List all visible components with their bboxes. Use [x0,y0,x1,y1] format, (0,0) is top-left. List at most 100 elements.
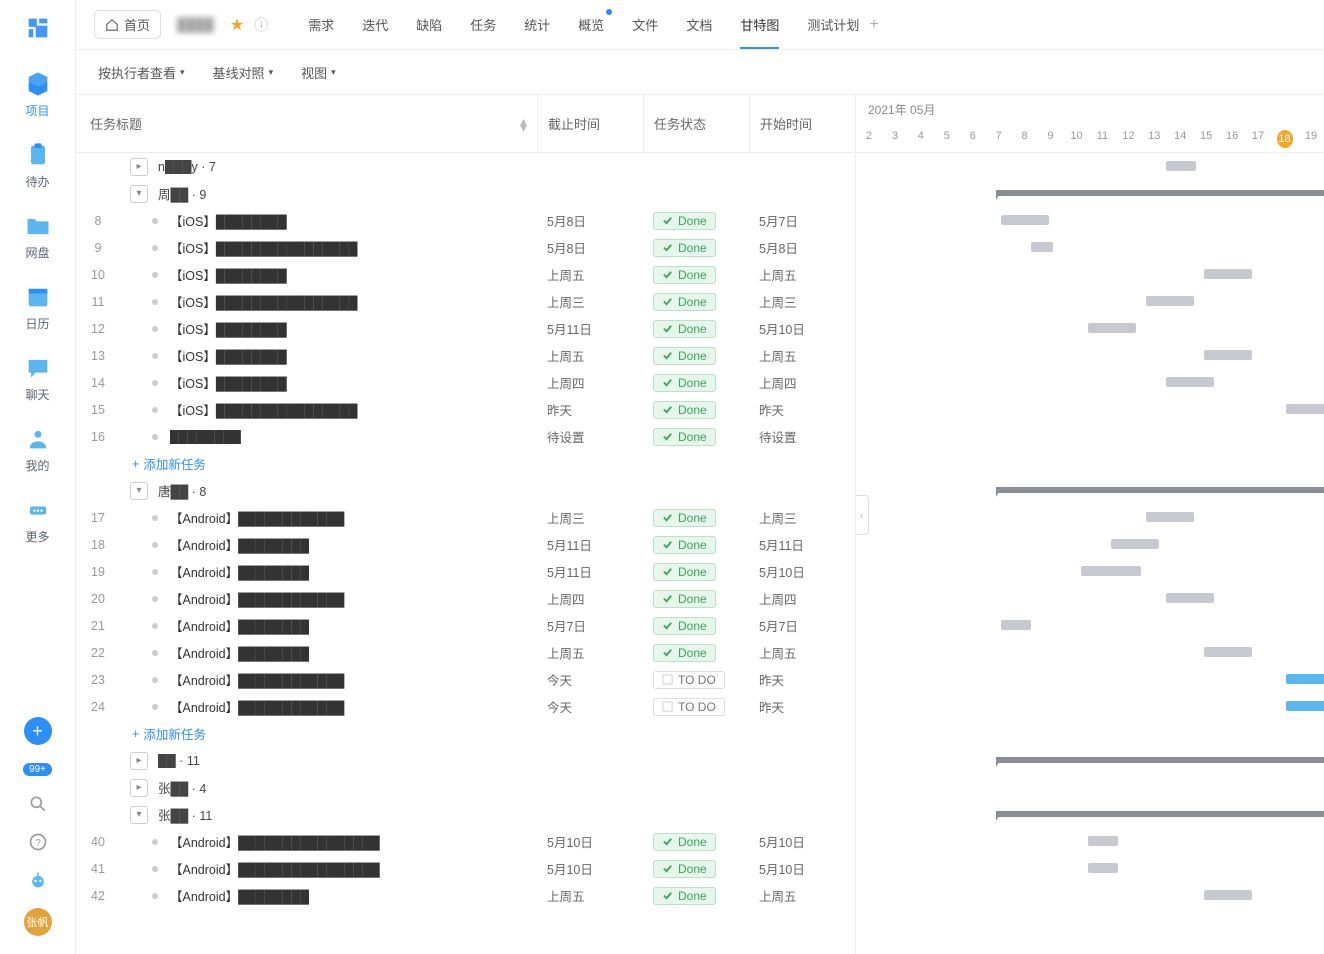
status-cell[interactable]: Done [643,563,749,581]
gantt-task-bar[interactable] [1088,836,1118,846]
task-row[interactable]: 40【Android】████████████████5月10日Done5月10… [76,828,855,855]
col-title[interactable]: 任务标题▴▾ [76,95,537,152]
gantt-task-bar[interactable] [1286,674,1324,684]
tab-统计[interactable]: 统计 [524,1,550,48]
notification-badge[interactable]: 99+ [23,763,52,776]
task-row[interactable]: 23【Android】████████████今天TO DO昨天 [76,666,855,693]
task-row[interactable]: 41【Android】████████████████5月10日Done5月10… [76,855,855,882]
task-title[interactable]: 【Android】████████ [170,643,537,662]
gantt-task-bar[interactable] [1001,215,1049,225]
task-title[interactable]: 【Android】████████████████ [170,832,537,851]
task-title[interactable]: 【Android】████████████ [170,697,537,716]
task-row[interactable]: 24【Android】████████████今天TO DO昨天 [76,693,855,720]
add-tab-button[interactable]: + [869,16,878,34]
gantt-task-bar[interactable] [1166,377,1214,387]
gantt-task-bar[interactable] [1204,350,1252,360]
search-icon[interactable] [28,794,48,814]
view-dropdown[interactable]: 视图▾ [301,63,336,82]
toggle-icon[interactable]: ▾ [130,482,148,500]
sidebar-item-clipboard[interactable]: 待办 [24,141,52,190]
toggle-icon[interactable]: ▾ [130,185,148,203]
tab-缺陷[interactable]: 缺陷 [416,1,442,48]
task-title[interactable]: 【iOS】████████ [170,319,537,338]
sidebar-item-person[interactable]: 我的 [24,425,52,474]
status-cell[interactable]: Done [643,401,749,419]
task-row[interactable]: 17【Android】████████████上周三Done上周三 [76,504,855,531]
user-avatar[interactable]: 张帆 [24,908,52,936]
status-cell[interactable]: Done [643,320,749,338]
group-row[interactable]: ▾唐██ · 8 [76,477,855,504]
task-row[interactable]: 19【Android】████████5月11日Done5月10日 [76,558,855,585]
gantt-group-bar[interactable] [996,190,1324,196]
group-row[interactable]: ▸n███y · 7 [76,153,855,180]
task-row[interactable]: 9【iOS】████████████████5月8日Done5月8日 [76,234,855,261]
tab-概览[interactable]: 概览 [578,1,604,48]
tab-需求[interactable]: 需求 [308,1,334,48]
task-title[interactable]: 【Android】████████ [170,535,537,554]
status-cell[interactable]: Done [643,239,749,257]
gantt-task-bar[interactable] [1088,863,1118,873]
gantt-task-bar[interactable] [1111,539,1159,549]
task-row[interactable]: 8【iOS】████████5月8日Done5月7日 [76,207,855,234]
info-icon[interactable]: ⓘ [254,15,268,35]
toggle-icon[interactable]: ▾ [130,806,148,824]
status-cell[interactable]: Done [643,212,749,230]
task-row[interactable]: 22【Android】████████上周五Done上周五 [76,639,855,666]
task-row[interactable]: 10【iOS】████████上周五Done上周五 [76,261,855,288]
gantt-group-bar[interactable] [1166,161,1196,171]
status-cell[interactable]: Done [643,590,749,608]
status-cell[interactable]: Done [643,644,749,662]
tab-甘特图[interactable]: 甘特图 [740,1,779,48]
sidebar-item-chat[interactable]: 聊天 [24,354,52,403]
task-row[interactable]: 21【Android】████████5月7日Done5月7日 [76,612,855,639]
col-due[interactable]: 截止时间 [537,95,643,152]
home-button[interactable]: 首页 [94,10,161,39]
status-cell[interactable]: Done [643,833,749,851]
task-title[interactable]: 【Android】████████████ [170,508,537,527]
toggle-icon[interactable]: ▸ [130,779,148,797]
gantt-task-bar[interactable] [1204,890,1252,900]
status-cell[interactable]: TO DO [643,671,749,689]
status-cell[interactable]: Done [643,347,749,365]
task-row[interactable]: 13【iOS】████████上周五Done上周五 [76,342,855,369]
status-cell[interactable]: Done [643,860,749,878]
gantt-task-bar[interactable] [1001,620,1031,630]
task-row[interactable]: 20【Android】████████████上周四Done上周四 [76,585,855,612]
tab-任务[interactable]: 任务 [470,1,496,48]
tab-文档[interactable]: 文档 [686,1,712,48]
task-row[interactable]: 16████████待设置Done待设置 [76,423,855,450]
star-icon[interactable]: ★ [230,15,244,35]
task-title[interactable]: 【iOS】████████ [170,265,537,284]
sidebar-item-calendar[interactable]: 日历 [24,283,52,332]
task-row[interactable]: 11【iOS】████████████████上周三Done上周三 [76,288,855,315]
sidebar-item-folder[interactable]: 网盘 [24,212,52,261]
status-cell[interactable]: Done [643,428,749,446]
baseline-dropdown[interactable]: 基线对照▾ [213,63,274,82]
gantt-task-bar[interactable] [1081,566,1141,576]
status-cell[interactable]: Done [643,266,749,284]
task-title[interactable]: 【iOS】████████████████ [170,238,537,257]
gantt-group-bar[interactable] [996,487,1324,493]
group-row[interactable]: ▾张██ · 11 [76,801,855,828]
task-title[interactable]: ████████ [170,430,537,444]
task-title[interactable]: 【Android】████████████ [170,670,537,689]
gantt-group-bar[interactable] [996,811,1324,817]
toggle-icon[interactable]: ▸ [130,752,148,770]
task-row[interactable]: 12【iOS】████████5月11日Done5月10日 [76,315,855,342]
tab-测试计划[interactable]: 测试计划 [807,1,859,48]
status-cell[interactable]: Done [643,293,749,311]
gantt-task-bar[interactable] [1146,512,1194,522]
gantt-group-bar[interactable] [996,757,1324,763]
task-title[interactable]: 【Android】████████ [170,616,537,635]
group-row[interactable]: ▸██ · 11 [76,747,855,774]
add-task-row[interactable]: +添加新任务 [76,720,855,747]
task-row[interactable]: 18【Android】████████5月11日Done5月11日 [76,531,855,558]
gantt-task-bar[interactable] [1204,269,1252,279]
status-cell[interactable]: Done [643,509,749,527]
gantt-task-bar[interactable] [1088,323,1136,333]
task-title[interactable]: 【Android】████████ [170,886,537,905]
task-row[interactable]: 14【iOS】████████上周四Done上周四 [76,369,855,396]
gantt-task-bar[interactable] [1166,593,1214,603]
col-status[interactable]: 任务状态 [643,95,749,152]
tab-文件[interactable]: 文件 [632,1,658,48]
